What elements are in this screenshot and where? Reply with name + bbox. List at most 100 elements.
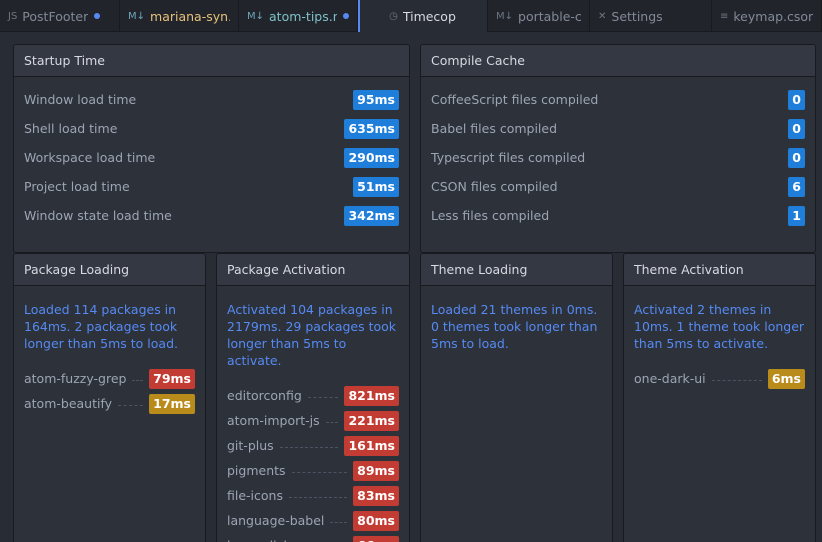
stat-row: Babel files compiled 0 xyxy=(431,114,805,143)
tab-timecop[interactable]: ◷ Timecop xyxy=(358,0,488,32)
stat-label: Shell load time xyxy=(24,121,118,136)
stat-label: CSON files compiled xyxy=(431,179,558,194)
tab-label: atom-tips.n xyxy=(269,8,337,24)
theme-activation-list: one-dark-ui 6ms xyxy=(634,366,805,391)
package-name: hyperclick xyxy=(227,538,291,542)
leader-dashes xyxy=(132,380,144,381)
package-name: atom-beautify xyxy=(24,396,113,411)
stat-row: CoffeeScript files compiled 0 xyxy=(431,85,805,114)
package-loading-summary: Loaded 114 packages in 164ms. 2 packages… xyxy=(24,302,178,351)
compile-cache-list: CoffeeScript files compiled 0 Babel files … xyxy=(421,77,815,230)
theme-loading-summary: Loaded 21 themes in 0ms. 0 themes took l… xyxy=(431,302,598,351)
stat-label: Project load time xyxy=(24,179,130,194)
stat-value-badge: 342ms xyxy=(344,205,399,226)
tab-label: Timecop xyxy=(402,8,456,24)
stat-row: Window state load time 342ms xyxy=(24,201,399,230)
tab-label: PostFooter xyxy=(22,8,89,24)
time-badge: 17ms xyxy=(149,393,195,414)
modified-indicator xyxy=(343,13,349,19)
time-badge: 80ms xyxy=(353,510,399,531)
stat-row: Shell load time 635ms xyxy=(24,114,399,143)
stat-row: Less files compiled 1 xyxy=(431,201,805,230)
tools-icon: ✕ xyxy=(598,10,607,22)
stat-value-badge: 0 xyxy=(788,147,805,168)
database-icon: ≡ xyxy=(720,10,729,22)
theme-loading-heading: Theme Loading xyxy=(421,254,612,286)
stat-row: CSON files compiled 6 xyxy=(431,172,805,201)
theme-activation-heading: Theme Activation xyxy=(624,254,815,286)
package-row: hyperclick 66ms xyxy=(227,533,399,542)
time-badge: 6ms xyxy=(767,368,805,389)
package-row: language-babel 80ms xyxy=(227,508,399,533)
package-name: file-icons xyxy=(227,488,283,503)
tab-atom-tips-n[interactable]: M↓ atom-tips.n xyxy=(239,0,358,32)
stat-value-badge: 51ms xyxy=(353,176,399,197)
time-badge: 161ms xyxy=(344,435,399,456)
package-activation-list: editorconfig 821ms atom-import-js 221ms git-… xyxy=(227,383,399,542)
tab-portable-co[interactable]: M↓ portable-co… xyxy=(488,0,590,32)
stat-row: Project load time 51ms xyxy=(24,172,399,201)
stat-label: Less files compiled xyxy=(431,208,550,223)
tab-label: Settings xyxy=(611,8,663,24)
package-loading-heading: Package Loading xyxy=(14,254,205,286)
tab-postfooter[interactable]: JS PostFooter xyxy=(0,0,120,32)
package-loading-panel: Package Loading Loaded 114 packages in 1… xyxy=(13,253,206,542)
stat-row: Typescript files compiled 0 xyxy=(431,143,805,172)
time-badge: 821ms xyxy=(344,385,399,406)
tab-bar: JS PostFooter M↓ mariana-syn… M↓ atom-tips.n ◷… xyxy=(0,0,822,32)
theme-loading-panel: Theme Loading Loaded 21 themes in 0ms. 0… xyxy=(420,253,613,542)
time-badge: 221ms xyxy=(344,410,399,431)
stat-value-badge: 0 xyxy=(788,118,805,139)
time-badge: 83ms xyxy=(353,485,399,506)
stat-label: CoffeeScript files compiled xyxy=(431,92,599,107)
leader-dashes xyxy=(279,447,339,448)
package-name: one-dark-ui xyxy=(634,371,706,386)
stat-label: Babel files compiled xyxy=(431,121,558,136)
theme-activation-panel: Theme Activation Activated 2 themes in 1… xyxy=(623,253,816,542)
package-activation-heading: Package Activation xyxy=(217,254,409,286)
package-name: language-babel xyxy=(227,513,325,528)
compile-cache-heading: Compile Cache xyxy=(421,45,815,77)
package-activation-panel: Package Activation Activated 104 package… xyxy=(216,253,410,542)
package-row: atom-beautify 17ms xyxy=(24,391,195,416)
package-row: editorconfig 821ms xyxy=(227,383,399,408)
markdown-file-icon: M↓ xyxy=(128,10,146,22)
compile-cache-panel: Compile Cache CoffeeScript files compile… xyxy=(420,44,816,253)
stat-label: Workspace load time xyxy=(24,150,156,165)
package-name: git-plus xyxy=(227,438,274,453)
modified-indicator xyxy=(94,13,101,19)
time-badge: 79ms xyxy=(149,368,195,389)
leader-dashes xyxy=(291,472,348,473)
stat-value-badge: 635ms xyxy=(344,118,399,139)
tab-mariana-syn[interactable]: M↓ mariana-syn… xyxy=(120,0,239,32)
stat-row: Window load time 95ms xyxy=(24,85,399,114)
markdown-file-icon: M↓ xyxy=(496,10,514,22)
package-activation-summary: Activated 104 packages in 2179ms. 29 pac… xyxy=(227,302,397,368)
package-name: pigments xyxy=(227,463,286,478)
stat-label: Typescript files compiled xyxy=(431,150,586,165)
leader-dashes xyxy=(325,422,339,423)
tab-settings[interactable]: ✕ Settings xyxy=(590,0,712,32)
time-badge: 89ms xyxy=(353,460,399,481)
startup-time-heading: Startup Time xyxy=(14,45,409,77)
js-file-icon: JS xyxy=(8,10,18,22)
package-row: pigments 89ms xyxy=(227,458,399,483)
stat-label: Window state load time xyxy=(24,208,172,223)
stat-value-badge: 0 xyxy=(788,89,805,110)
stat-value-badge: 290ms xyxy=(344,147,399,168)
tab-label: keymap.cson xyxy=(733,8,813,24)
startup-time-list: Window load time 95ms Shell load time 635ms… xyxy=(14,77,409,230)
package-row: atom-import-js 221ms xyxy=(227,408,399,433)
leader-dashes xyxy=(711,380,762,381)
leader-dashes xyxy=(330,522,348,523)
tab-label: portable-co… xyxy=(518,8,581,24)
tab-keymap-cson[interactable]: ≡ keymap.cson xyxy=(712,0,822,32)
time-badge: 66ms xyxy=(353,535,399,542)
stat-value-badge: 1 xyxy=(788,205,805,226)
theme-activation-summary: Activated 2 themes in 10ms. 1 theme took… xyxy=(634,302,805,351)
package-row: one-dark-ui 6ms xyxy=(634,366,805,391)
tab-label: mariana-syn… xyxy=(150,8,230,24)
stat-value-badge: 95ms xyxy=(353,89,399,110)
timecop-view: Startup Time Window load time 95ms Shell l… xyxy=(0,32,822,542)
package-loading-list: atom-fuzzy-grep 79ms atom-beautify 17ms xyxy=(24,366,195,416)
